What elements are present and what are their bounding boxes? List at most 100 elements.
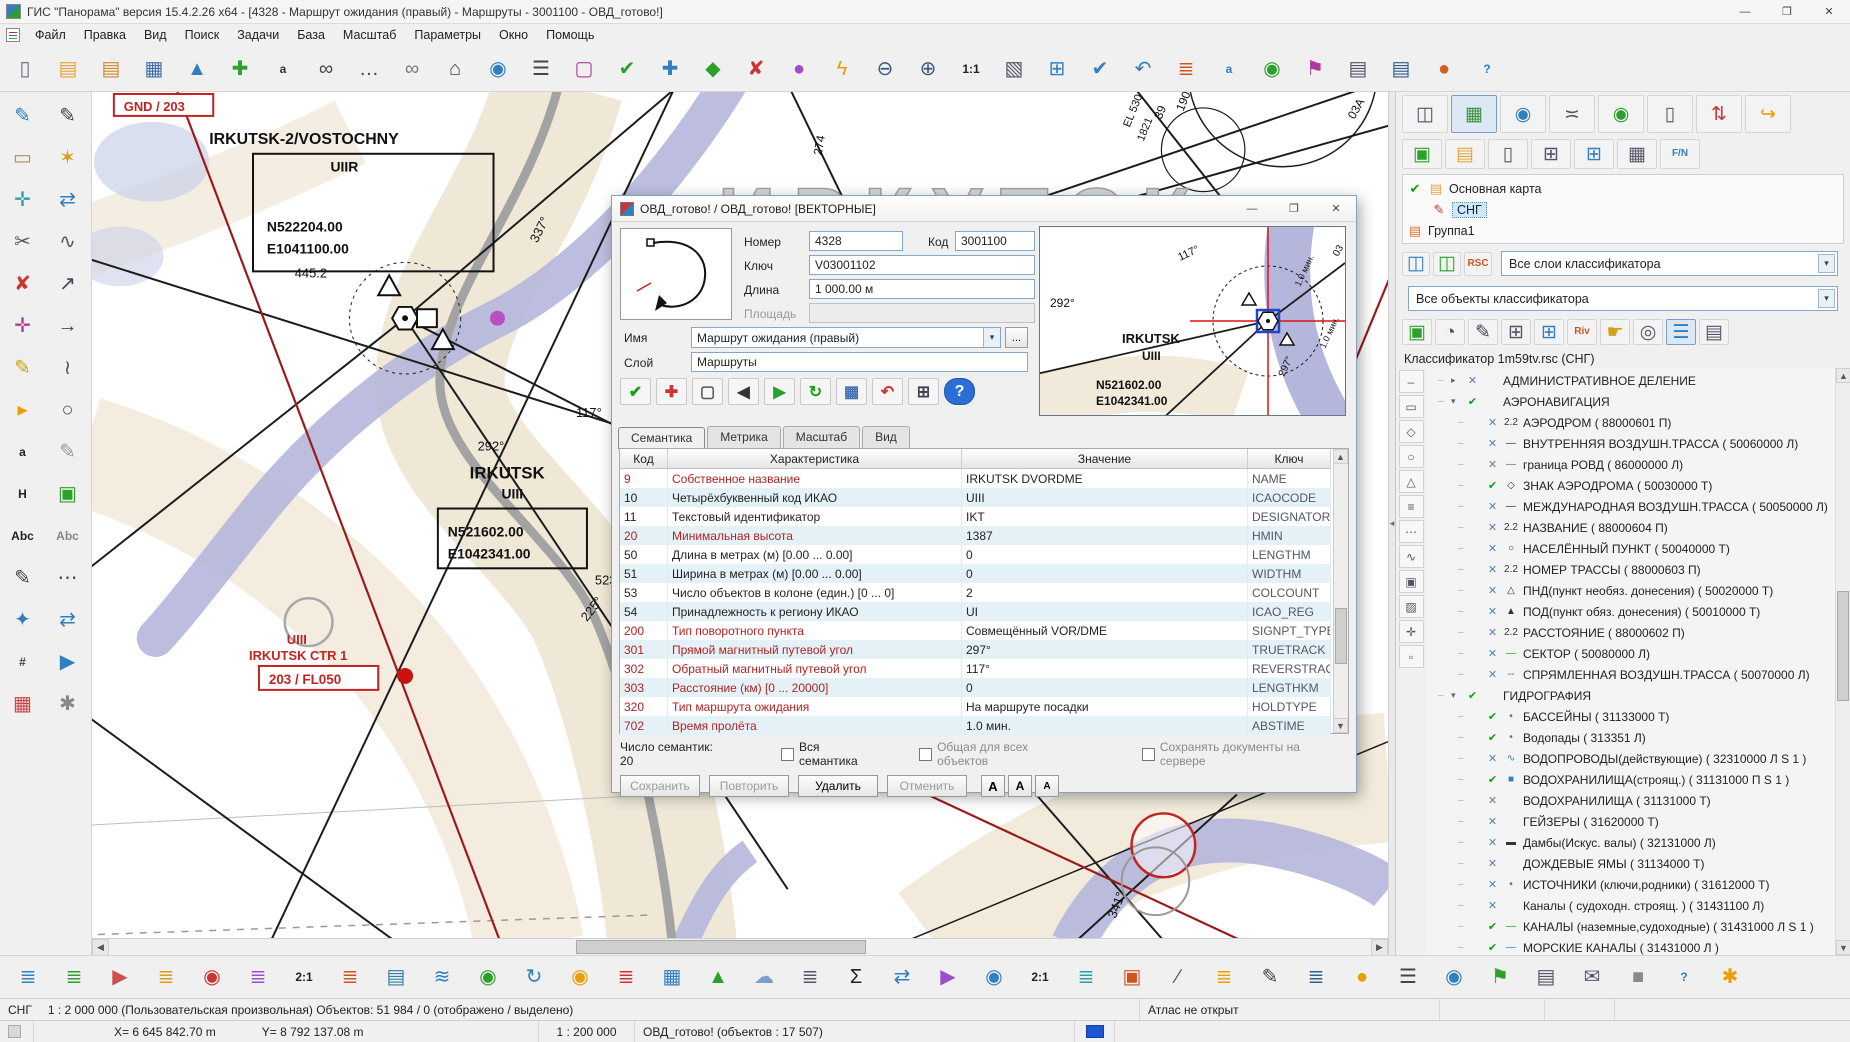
panel-exit[interactable]: ↪ xyxy=(1745,95,1791,133)
semantic-row[interactable]: 302 Обратный магнитный путевой угол 117°… xyxy=(620,659,1331,678)
db-red[interactable]: ≣ xyxy=(604,958,648,996)
visibility-toggle-icon[interactable]: ✕ xyxy=(1486,542,1499,555)
sym-cross[interactable]: ✛ xyxy=(1398,620,1424,643)
lightning[interactable]: ϟ xyxy=(821,49,863,89)
dialog-action-button[interactable]: Отменить xyxy=(887,775,967,797)
pin-blue[interactable]: ◉ xyxy=(972,958,1016,996)
panel-map-view[interactable]: ▦ xyxy=(1451,95,1497,133)
tree-item[interactable]: ✔ • БАССЕЙНЫ ( 31133000 Т) xyxy=(1426,706,1835,727)
tree-item[interactable]: ✕ 2.2 РАССТОЯНИЕ ( 88000602 П) xyxy=(1426,622,1835,643)
add-object[interactable]: ✚ xyxy=(219,49,261,89)
edit-pencil[interactable]: ✎ xyxy=(1,95,44,136)
sum-table[interactable]: Σ xyxy=(834,958,878,996)
map-horizontal-scrollbar[interactable]: ◀ ▶ xyxy=(92,938,1388,955)
semantic-row[interactable]: 54 Принадлежность к региону ИКАО UI ICAO… xyxy=(620,602,1331,621)
dialog-titlebar[interactable]: ОВД_готово! / ОВД_готово! [ВЕКТОРНЫЕ] — … xyxy=(612,196,1356,222)
view-scheme[interactable]: ▲ xyxy=(176,49,218,89)
panel-globe[interactable]: ◉ xyxy=(1598,95,1644,133)
dialog-tab[interactable]: Метрика xyxy=(707,426,781,448)
panel-windows[interactable]: ◫ xyxy=(1402,95,1448,133)
target-select[interactable]: ◎ xyxy=(1633,319,1663,345)
sym-point[interactable]: ▫ xyxy=(1398,645,1424,668)
dialog-action-button[interactable]: Повторить xyxy=(709,775,789,797)
maximize-button[interactable]: ❐ xyxy=(1766,0,1808,23)
circle-tool[interactable]: ○ xyxy=(46,389,89,430)
measure-diag[interactable]: ∕ xyxy=(1156,958,1200,996)
tree-item[interactable]: ✕ 2.2 АЭРОДРОМ ( 88000601 П) xyxy=(1426,412,1835,433)
chevron-down-icon[interactable]: ▾ xyxy=(1818,289,1835,308)
visibility-toggle-icon[interactable]: ✕ xyxy=(1486,752,1499,765)
visibility-toggle-icon[interactable]: ✔ xyxy=(1486,710,1499,723)
panel-document[interactable]: ▯ xyxy=(1647,95,1693,133)
magic-wand[interactable]: ✛ xyxy=(1,179,44,220)
visibility-toggle-icon[interactable]: ✕ xyxy=(1486,605,1499,618)
save-map[interactable]: ▦ xyxy=(133,49,175,89)
zoom-in[interactable]: ⊕ xyxy=(907,49,949,89)
vertex-edit[interactable]: ✦ xyxy=(1,599,44,640)
semantic-row[interactable]: 50 Длина в метрах (м) [0.00 ... 0.00] 0 … xyxy=(620,545,1331,564)
visibility-toggle-icon[interactable]: ✔ xyxy=(1466,395,1479,408)
visibility-toggle-icon[interactable]: ✕ xyxy=(1486,416,1499,429)
expander-icon[interactable]: ▾ xyxy=(1451,690,1462,701)
tree-item[interactable]: ✕ — МЕЖДУНАРОДНАЯ ВОЗДУШН.ТРАССА ( 50050… xyxy=(1426,496,1835,517)
db-violet[interactable]: ≣ xyxy=(236,958,280,996)
settings-gear[interactable]: ✱ xyxy=(46,683,89,724)
crosshair[interactable]: ✛ xyxy=(1,305,44,346)
semantic-row[interactable]: 9 Собственное название IRKUTSK DVORDME N… xyxy=(620,469,1331,488)
sym-wave[interactable]: ∿ xyxy=(1398,545,1424,568)
document-icon[interactable] xyxy=(6,28,20,42)
globe-2[interactable]: ◉ xyxy=(1432,958,1476,996)
visibility-toggle-icon[interactable]: ✕ xyxy=(1486,878,1499,891)
menu-item[interactable]: Задачи xyxy=(228,25,288,45)
prev-object[interactable]: ◀ xyxy=(728,378,759,405)
menu-item[interactable]: Помощь xyxy=(537,25,603,45)
db-orange[interactable]: ≣ xyxy=(328,958,372,996)
scale-1-1[interactable]: 1:1 xyxy=(950,49,992,89)
tree-item[interactable]: ▾ ✔ АЭРОНАВИГАЦИЯ xyxy=(1426,391,1835,412)
tree-item[interactable]: ✕ • ИСТОЧНИКИ (ключи,родники) ( 31612000… xyxy=(1426,874,1835,895)
search-globe[interactable]: ◉ xyxy=(477,49,519,89)
length-input[interactable]: 1 000.00 м xyxy=(809,279,1035,299)
globe-layers[interactable]: ◉ xyxy=(1251,49,1293,89)
dialog-action-button[interactable]: Удалить xyxy=(798,775,878,797)
direction-arrow[interactable]: ↗ xyxy=(46,263,89,304)
minimize-button[interactable]: — xyxy=(1724,0,1766,23)
name-combobox[interactable]: Маршрут ожидания (правый) ▾ xyxy=(691,327,1001,348)
save-docs-checkbox[interactable]: Сохранять документы на сервере xyxy=(1141,740,1348,768)
tree-list[interactable]: ☰ xyxy=(1666,319,1696,345)
highlight-tool[interactable]: ▸ xyxy=(1,389,44,430)
lock[interactable]: ■ xyxy=(1616,958,1660,996)
tree-scrollbar[interactable]: ▲ ▼ xyxy=(1835,368,1850,955)
code-input[interactable]: 3001100 xyxy=(955,231,1035,251)
layers-map[interactable]: ▤ xyxy=(374,958,418,996)
panel-globe-chart[interactable]: ◉ xyxy=(1500,95,1546,133)
font-size-button[interactable]: А xyxy=(1035,775,1059,797)
select-check[interactable]: ▣ xyxy=(1402,319,1432,345)
visibility-toggle-icon[interactable]: ✕ xyxy=(1486,836,1499,849)
visibility-toggle-icon[interactable]: ✔ xyxy=(1486,941,1499,954)
star-point[interactable]: ✶ xyxy=(46,137,89,178)
collapse-icon[interactable]: ◂ xyxy=(1390,518,1395,529)
expander-icon[interactable]: ▸ xyxy=(1451,375,1462,386)
visibility-toggle-icon[interactable]: ✔ xyxy=(1486,920,1499,933)
checkbox-icon[interactable] xyxy=(781,747,795,761)
select-frame[interactable]: ▧ xyxy=(993,49,1035,89)
globe-db[interactable]: ◉ xyxy=(466,958,510,996)
riv-dot[interactable]: Riv xyxy=(1567,319,1597,345)
object-location-minimap[interactable]: 292° 117° IRKUTSK UIII N521602.00 E10423… xyxy=(1039,226,1346,416)
visibility-toggle-icon[interactable]: ✕ xyxy=(1486,794,1499,807)
visibility-toggle-icon[interactable]: ✕ xyxy=(1466,374,1479,387)
run-tool[interactable]: ▶ xyxy=(46,641,89,682)
tree-item[interactable]: ✕ ДОЖДЕВЫЕ ЯМЫ ( 31134000 Т) xyxy=(1426,853,1835,874)
sym-rect[interactable]: ▭ xyxy=(1398,395,1424,418)
panel-sort[interactable]: ⇅ xyxy=(1696,95,1742,133)
layers-filter-select[interactable]: Все слои классификатора ▾ xyxy=(1501,251,1838,276)
close-button[interactable]: ✕ xyxy=(1808,0,1850,23)
next-object[interactable]: ▶ xyxy=(764,378,795,405)
select-add[interactable]: ✚ xyxy=(649,49,691,89)
common-for-all-checkbox[interactable]: Общая для всех объектов xyxy=(919,740,1082,768)
visibility-toggle-icon[interactable]: ✔ xyxy=(1486,731,1499,744)
db-yellow[interactable]: ≣ xyxy=(1202,958,1246,996)
font-size-button[interactable]: А xyxy=(1008,775,1032,797)
map-check[interactable]: ▣ xyxy=(1402,139,1442,169)
